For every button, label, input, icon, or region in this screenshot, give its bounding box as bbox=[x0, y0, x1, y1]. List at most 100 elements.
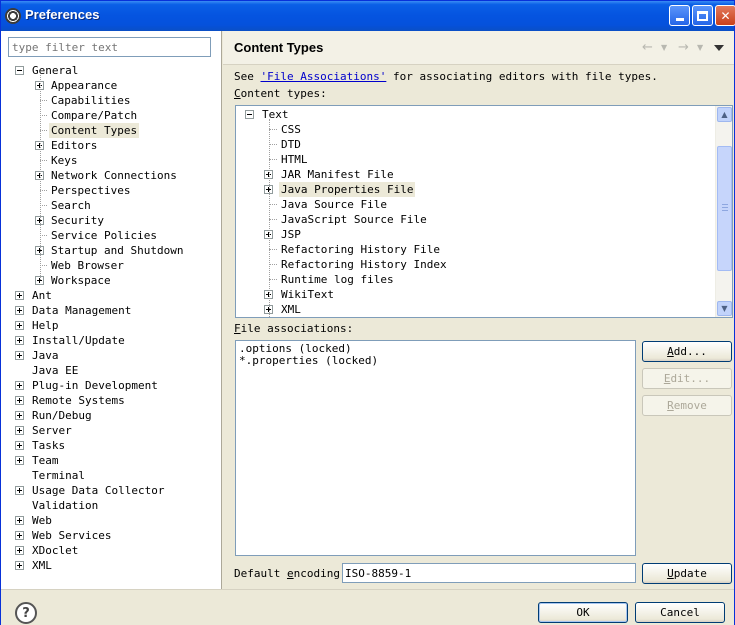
content-type-item[interactable]: JAR Manifest File bbox=[236, 167, 716, 182]
scroll-up-button[interactable]: ▲ bbox=[717, 107, 732, 122]
update-mnemonic: U bbox=[667, 567, 674, 580]
tree-item[interactable]: Server bbox=[1, 423, 221, 438]
edit-button[interactable]: Edit... bbox=[642, 368, 732, 389]
default-encoding-input[interactable]: ISO-8859-1 bbox=[342, 563, 636, 583]
tree-item[interactable]: Network Connections bbox=[1, 168, 221, 183]
title-bar[interactable]: Preferences ✕ bbox=[1, 1, 735, 31]
tree-item[interactable]: XML bbox=[1, 558, 221, 573]
file-association-item[interactable]: *.properties (locked) bbox=[239, 354, 378, 367]
tree-item[interactable]: Install/Update bbox=[1, 333, 221, 348]
file-associations-list[interactable]: .options (locked) *.properties (locked) bbox=[235, 340, 636, 556]
ok-button[interactable]: OK bbox=[538, 602, 628, 623]
update-button[interactable]: Update bbox=[642, 563, 732, 584]
content-type-item[interactable]: Java Source File bbox=[236, 197, 716, 212]
expand-icon[interactable] bbox=[15, 456, 24, 465]
content-type-item[interactable]: JavaScript Source File bbox=[236, 212, 716, 227]
content-type-item[interactable]: CSS bbox=[236, 122, 716, 137]
expand-icon[interactable] bbox=[15, 441, 24, 450]
tree-item[interactable]: Run/Debug bbox=[1, 408, 221, 423]
tree-item[interactable]: Perspectives bbox=[1, 183, 221, 198]
tree-item[interactable]: Validation bbox=[1, 498, 221, 513]
tree-item[interactable]: Help bbox=[1, 318, 221, 333]
tree-item[interactable]: Startup and Shutdown bbox=[1, 243, 221, 258]
expand-icon[interactable] bbox=[15, 486, 24, 495]
scroll-thumb[interactable] bbox=[717, 146, 732, 271]
tree-item[interactable]: Web Services bbox=[1, 528, 221, 543]
hint-prefix: See bbox=[234, 70, 261, 83]
expand-icon[interactable] bbox=[15, 531, 24, 540]
tree-item[interactable]: Appearance bbox=[1, 78, 221, 93]
content-type-item[interactable]: Runtime log files bbox=[236, 272, 716, 287]
content-type-item[interactable]: Refactoring History File bbox=[236, 242, 716, 257]
scroll-down-button[interactable]: ▼ bbox=[717, 301, 732, 316]
content-type-item[interactable]: JSP bbox=[236, 227, 716, 242]
tree-item[interactable]: Workspace bbox=[1, 273, 221, 288]
content-type-item[interactable]: Refactoring History Index bbox=[236, 257, 716, 272]
expand-icon[interactable] bbox=[15, 411, 24, 420]
content-types-tree[interactable]: ▲ ▼ Text CSS DTD HTML JAR Manifest File Java … bbox=[235, 105, 733, 318]
tree-item[interactable]: Compare/Patch bbox=[1, 108, 221, 123]
back-arrow-icon[interactable]: ← bbox=[642, 40, 653, 55]
tree-item[interactable]: Tasks bbox=[1, 438, 221, 453]
tree-item[interactable]: Remote Systems bbox=[1, 393, 221, 408]
tree-item[interactable]: Java EE bbox=[1, 363, 221, 378]
tree-item[interactable]: General bbox=[1, 63, 221, 78]
filter-input[interactable] bbox=[8, 37, 211, 57]
content-type-item[interactable]: DTD bbox=[236, 137, 716, 152]
tree-item[interactable]: XDoclet bbox=[1, 543, 221, 558]
forward-menu-chevron-icon[interactable]: ▼ bbox=[697, 43, 703, 52]
tree-item[interactable]: Plug-in Development bbox=[1, 378, 221, 393]
expand-icon[interactable] bbox=[15, 426, 24, 435]
expand-icon[interactable] bbox=[15, 336, 24, 345]
expand-icon[interactable] bbox=[15, 381, 24, 390]
tree-item[interactable]: Team bbox=[1, 453, 221, 468]
content-type-label: JSP bbox=[281, 228, 301, 241]
encoding-label-text: ncoding: bbox=[293, 567, 347, 580]
tree-item[interactable]: Content Types bbox=[1, 123, 221, 138]
tree-item[interactable]: Terminal bbox=[1, 468, 221, 483]
maximize-button[interactable] bbox=[692, 5, 713, 26]
tree-item[interactable]: Ant bbox=[1, 288, 221, 303]
file-associations-link[interactable]: 'File Associations' bbox=[261, 70, 387, 83]
content-type-item[interactable]: WikiText bbox=[236, 287, 716, 302]
expand-icon[interactable] bbox=[15, 306, 24, 315]
forward-arrow-icon[interactable]: → bbox=[678, 40, 689, 55]
content-tree-scrollbar[interactable]: ▲ ▼ bbox=[715, 106, 732, 317]
expand-icon[interactable] bbox=[15, 321, 24, 330]
add-button[interactable]: Add... bbox=[642, 341, 732, 362]
back-menu-chevron-icon[interactable]: ▼ bbox=[661, 43, 667, 52]
help-icon[interactable]: ? bbox=[15, 602, 37, 624]
tree-item[interactable]: Web bbox=[1, 513, 221, 528]
content-type-item[interactable]: Java Properties File bbox=[236, 182, 716, 197]
view-menu-icon[interactable] bbox=[714, 45, 724, 51]
tree-item[interactable]: Security bbox=[1, 213, 221, 228]
content-type-item[interactable]: XML bbox=[236, 302, 716, 317]
tree-item[interactable]: Service Policies bbox=[1, 228, 221, 243]
collapse-icon[interactable] bbox=[15, 66, 24, 75]
tree-item[interactable]: Data Management bbox=[1, 303, 221, 318]
window-title: Preferences bbox=[25, 7, 100, 22]
tree-item-label: XDoclet bbox=[32, 544, 79, 557]
tree-item[interactable]: Keys bbox=[1, 153, 221, 168]
expand-icon[interactable] bbox=[15, 351, 24, 360]
expand-icon[interactable] bbox=[15, 291, 24, 300]
tree-item[interactable]: Web Browser bbox=[1, 258, 221, 273]
tree-item-label: Compare/Patch bbox=[51, 109, 138, 122]
content-type-item[interactable]: HTML bbox=[236, 152, 716, 167]
tree-item[interactable]: Search bbox=[1, 198, 221, 213]
expand-icon[interactable] bbox=[15, 396, 24, 405]
tree-item[interactable]: Capabilities bbox=[1, 93, 221, 108]
expand-icon[interactable] bbox=[15, 546, 24, 555]
minimize-button[interactable] bbox=[669, 5, 690, 26]
tree-item[interactable]: Editors bbox=[1, 138, 221, 153]
collapse-icon[interactable] bbox=[245, 110, 254, 119]
tree-item[interactable]: Java bbox=[1, 348, 221, 363]
remove-button[interactable]: Remove bbox=[642, 395, 732, 416]
tree-item[interactable]: Usage Data Collector bbox=[1, 483, 221, 498]
content-type-item[interactable]: Text bbox=[236, 107, 716, 122]
tree-item-label: Perspectives bbox=[51, 184, 131, 197]
expand-icon[interactable] bbox=[15, 516, 24, 525]
cancel-button[interactable]: Cancel bbox=[635, 602, 725, 623]
close-button[interactable]: ✕ bbox=[715, 5, 735, 26]
expand-icon[interactable] bbox=[15, 561, 24, 570]
